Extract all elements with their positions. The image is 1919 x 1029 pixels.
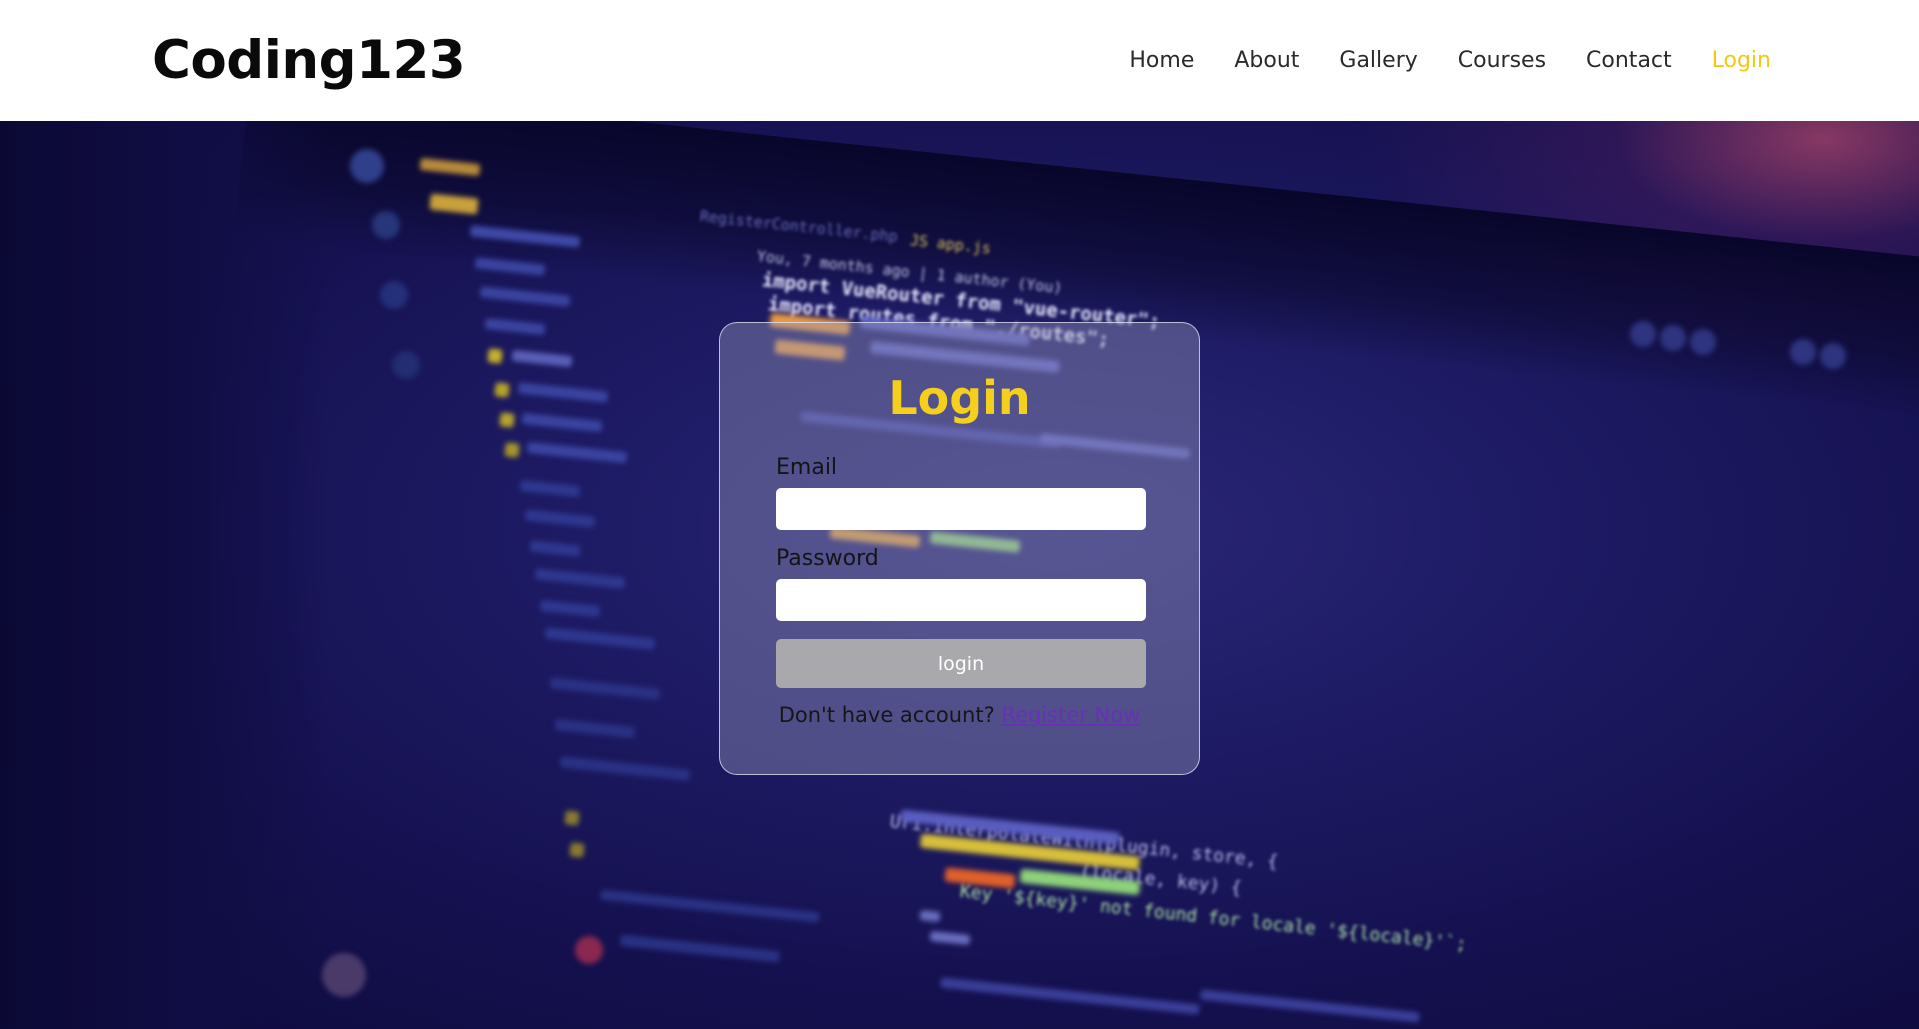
nav-link-about[interactable]: About <box>1234 48 1299 73</box>
file-tree-item <box>499 412 515 428</box>
register-now-link[interactable]: Register Now <box>1001 703 1140 727</box>
code-token <box>919 909 941 923</box>
code-token <box>929 930 971 946</box>
file-tree-item <box>429 193 479 215</box>
file-tree-item <box>526 441 628 464</box>
file-tree-item <box>484 317 546 336</box>
file-tree-item <box>494 382 510 398</box>
file-tree-item <box>521 412 603 433</box>
code-token <box>940 977 1200 1015</box>
brand-logo[interactable]: Coding123 <box>152 30 466 91</box>
register-prompt-row: Don't have account? Register Now <box>720 703 1199 727</box>
file-tree-item <box>511 349 573 368</box>
password-label: Password <box>776 546 879 571</box>
nav-link-contact[interactable]: Contact <box>1586 48 1672 73</box>
editor-sidebar-icon <box>392 351 420 379</box>
file-tree-item <box>549 677 661 700</box>
window-control-icon <box>1690 329 1716 355</box>
login-button[interactable]: login <box>776 639 1146 688</box>
file-tree-item <box>479 286 571 307</box>
editor-sidebar-icon <box>372 211 400 239</box>
editor-tab: RegisterController.php <box>699 207 899 246</box>
nav-link-login[interactable]: Login <box>1712 48 1771 73</box>
login-title: Login <box>888 371 1031 425</box>
navbar: Coding123 Home About Gallery Courses Con… <box>0 0 1919 121</box>
login-card: Login Email Password login Don't have ac… <box>719 322 1200 775</box>
file-tree-item <box>469 225 581 248</box>
file-tree-item <box>504 442 520 458</box>
register-prompt-text: Don't have account? <box>778 703 995 727</box>
nav-menu: Home About Gallery Courses Contact Login <box>1129 48 1771 73</box>
file-tree-item <box>529 540 581 557</box>
email-field[interactable] <box>776 488 1146 530</box>
file-tree-item <box>517 382 609 403</box>
window-control-icon <box>1660 325 1686 351</box>
code-token <box>1200 989 1420 1023</box>
email-label: Email <box>776 455 838 480</box>
nav-link-home[interactable]: Home <box>1129 48 1194 73</box>
nav-link-gallery[interactable]: Gallery <box>1339 48 1417 73</box>
file-tree-item <box>544 627 656 650</box>
file-tree-item <box>573 934 605 966</box>
window-control-icon <box>1790 339 1816 365</box>
window-control-icon <box>1820 343 1846 369</box>
editor-tab: JS app.js <box>909 231 992 258</box>
file-tree-item <box>474 257 546 276</box>
window-control-icon <box>1630 321 1656 347</box>
editor-sidebar-icon <box>380 281 408 309</box>
file-tree-item <box>519 479 581 498</box>
editor-sidebar-icon <box>322 953 366 997</box>
file-tree-item <box>554 718 636 739</box>
code-token <box>600 889 820 923</box>
file-tree-item <box>539 599 601 618</box>
file-tree-item <box>534 568 626 589</box>
file-tree-item <box>419 157 481 177</box>
file-tree-item <box>559 756 691 781</box>
file-tree-item <box>487 348 503 364</box>
file-tree-item <box>569 842 585 858</box>
password-field[interactable] <box>776 579 1146 621</box>
nav-link-courses[interactable]: Courses <box>1458 48 1546 73</box>
file-tree-item <box>524 509 596 528</box>
file-tree-item <box>564 810 580 826</box>
file-tree-item <box>619 934 781 963</box>
editor-sidebar-icon <box>350 149 384 183</box>
